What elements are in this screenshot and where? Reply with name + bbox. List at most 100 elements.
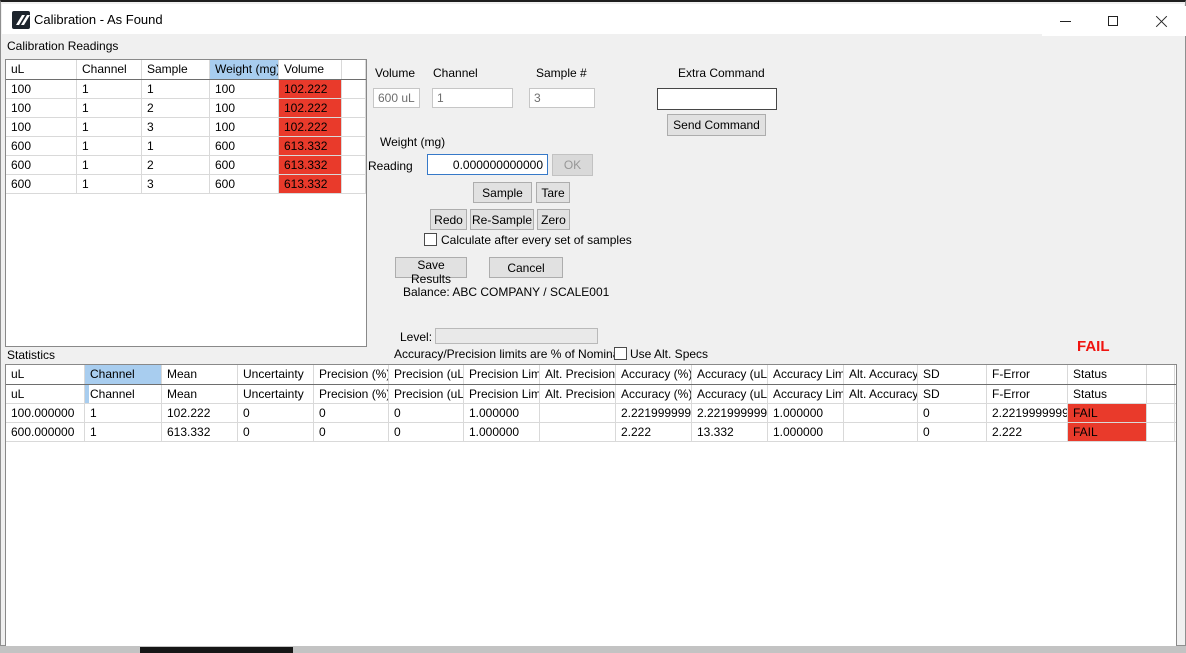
table-cell: 1.000000 bbox=[768, 404, 844, 422]
maximize-button[interactable] bbox=[1089, 6, 1136, 36]
tare-button[interactable]: Tare bbox=[536, 182, 570, 203]
table-row[interactable]: 60012600613.332 bbox=[6, 156, 366, 175]
table-cell: 2.2219999999999 bbox=[692, 404, 768, 422]
table-cell: 1 bbox=[85, 404, 162, 422]
minimize-button[interactable] bbox=[1042, 6, 1089, 36]
close-button[interactable] bbox=[1136, 6, 1186, 36]
column-header[interactable]: Channel bbox=[77, 60, 142, 79]
table-cell: Alt. Precision bbox=[540, 385, 616, 403]
table-cell: 600 bbox=[210, 156, 279, 174]
table-cell bbox=[342, 99, 366, 117]
table-row[interactable]: 600.0000001613.3320001.0000002.22213.332… bbox=[6, 423, 1176, 442]
resample-button[interactable]: Re-Sample bbox=[470, 209, 534, 230]
sample-number-label: Sample # bbox=[536, 66, 587, 80]
column-header[interactable]: Status bbox=[1068, 365, 1147, 384]
column-header[interactable]: Accuracy (uL) bbox=[692, 365, 768, 384]
zero-button[interactable]: Zero bbox=[537, 209, 570, 230]
column-header[interactable]: Precision (%) bbox=[314, 365, 389, 384]
reading-label: Reading bbox=[368, 159, 413, 173]
taskbar-strip bbox=[0, 646, 1186, 653]
extra-command-label: Extra Command bbox=[678, 66, 765, 80]
extra-command-input[interactable] bbox=[657, 88, 777, 110]
table-row[interactable]: 10011100102.222 bbox=[6, 80, 366, 99]
table-cell: 1.000000 bbox=[464, 404, 540, 422]
table-cell: 1 bbox=[142, 137, 210, 155]
table-cell: 102.222 bbox=[279, 80, 342, 98]
ok-button[interactable]: OK bbox=[552, 154, 593, 176]
table-cell bbox=[342, 137, 366, 155]
column-header[interactable] bbox=[1147, 365, 1175, 384]
volume-label: Volume bbox=[375, 66, 415, 80]
column-header[interactable]: uL bbox=[6, 365, 85, 384]
volume-field[interactable] bbox=[373, 88, 420, 108]
table-cell: Uncertainty bbox=[238, 385, 314, 403]
column-header[interactable]: SD bbox=[918, 365, 987, 384]
reading-input[interactable] bbox=[427, 154, 548, 175]
table-cell bbox=[1147, 404, 1175, 422]
table-cell: 613.332 bbox=[279, 137, 342, 155]
column-header[interactable]: Channel bbox=[85, 365, 162, 384]
save-results-button[interactable]: Save Results bbox=[395, 257, 467, 278]
weight-section-label: Weight (mg) bbox=[380, 135, 445, 149]
table-cell: 600 bbox=[6, 156, 77, 174]
table-row[interactable]: 60013600613.332 bbox=[6, 175, 366, 194]
table-cell bbox=[342, 118, 366, 136]
table-row[interactable]: 60011600613.332 bbox=[6, 137, 366, 156]
table-row[interactable]: 10013100102.222 bbox=[6, 118, 366, 137]
use-alt-specs-label: Use Alt. Specs bbox=[630, 347, 708, 361]
table-cell: FAIL bbox=[1068, 404, 1147, 422]
column-header[interactable]: Volume bbox=[279, 60, 342, 79]
table-cell: 0 bbox=[918, 404, 987, 422]
sample-number-field[interactable] bbox=[529, 88, 595, 108]
table-cell bbox=[540, 423, 616, 441]
column-header[interactable]: Alt. Precision bbox=[540, 365, 616, 384]
overall-status-badge: FAIL bbox=[1077, 338, 1110, 355]
table-cell bbox=[1147, 385, 1175, 403]
column-header[interactable]: Precision (uL) bbox=[389, 365, 464, 384]
sample-button[interactable]: Sample bbox=[473, 182, 532, 203]
table-cell: F-Error bbox=[987, 385, 1068, 403]
table-row[interactable]: 100.0000001102.2220001.0000002.221999999… bbox=[6, 404, 1176, 423]
column-header[interactable]: F-Error bbox=[987, 365, 1068, 384]
column-header[interactable]: Sample bbox=[142, 60, 210, 79]
table-cell: 2.2219999999999 bbox=[987, 404, 1068, 422]
table-cell: 0 bbox=[238, 404, 314, 422]
window-title: Calibration - As Found bbox=[34, 12, 163, 27]
table-cell: 100 bbox=[210, 80, 279, 98]
taskbar-window-preview bbox=[140, 647, 293, 653]
channel-label: Channel bbox=[433, 66, 478, 80]
table-cell: SD bbox=[918, 385, 987, 403]
column-header[interactable] bbox=[342, 60, 366, 79]
use-alt-specs-checkbox[interactable] bbox=[614, 347, 627, 360]
calculate-after-samples-checkbox[interactable] bbox=[424, 233, 437, 246]
table-row[interactable]: uLChannelMeanUncertaintyPrecision (%)Pre… bbox=[6, 385, 1176, 404]
readings-table[interactable]: uLChannelSampleWeight (mg)Volume10011100… bbox=[5, 59, 367, 347]
table-cell: uL bbox=[6, 385, 85, 403]
column-header[interactable]: Accuracy Limit bbox=[768, 365, 844, 384]
table-cell: 613.332 bbox=[279, 156, 342, 174]
table-cell: Precision (%) bbox=[314, 385, 389, 403]
table-cell: 102.222 bbox=[279, 118, 342, 136]
table-cell: 613.332 bbox=[162, 423, 238, 441]
table-cell: 1 bbox=[77, 175, 142, 193]
table-cell: 100.000000 bbox=[6, 404, 85, 422]
column-header[interactable]: Weight (mg) bbox=[210, 60, 279, 79]
statistics-table[interactable]: uLChannelMeanUncertaintyPrecision (%)Pre… bbox=[5, 364, 1177, 647]
table-cell: 0 bbox=[314, 423, 389, 441]
table-cell: 0 bbox=[389, 423, 464, 441]
column-header[interactable]: uL bbox=[6, 60, 77, 79]
cancel-button[interactable]: Cancel bbox=[489, 257, 563, 278]
channel-field[interactable] bbox=[432, 88, 513, 108]
app-icon bbox=[12, 11, 30, 29]
column-header[interactable]: Precision Limit bbox=[464, 365, 540, 384]
column-header[interactable]: Mean bbox=[162, 365, 238, 384]
column-header[interactable]: Alt. Accuracy bbox=[844, 365, 918, 384]
column-header[interactable]: Accuracy (%) bbox=[616, 365, 692, 384]
send-command-button[interactable]: Send Command bbox=[667, 114, 766, 136]
table-cell bbox=[342, 175, 366, 193]
table-cell: Alt. Accuracy bbox=[844, 385, 918, 403]
table-cell: 1.000000 bbox=[768, 423, 844, 441]
redo-button[interactable]: Redo bbox=[430, 209, 467, 230]
column-header[interactable]: Uncertainty bbox=[238, 365, 314, 384]
table-row[interactable]: 10012100102.222 bbox=[6, 99, 366, 118]
